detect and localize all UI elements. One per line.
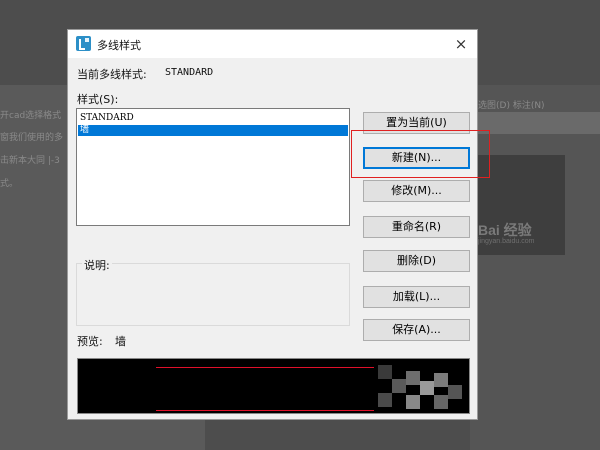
save-button[interactable]: 保存(A)... [363, 319, 470, 341]
preview-mosaic [448, 385, 462, 399]
preview-mosaic [420, 381, 434, 395]
background-text: 击新本大同 |-3 [0, 156, 60, 166]
list-item-selected[interactable]: 墙 [78, 125, 348, 136]
watermark-url: jingyan.baidu.com [478, 238, 535, 245]
new-button[interactable]: 新建(N)... [363, 147, 470, 169]
preview-mosaic [378, 393, 392, 407]
autocad-app-icon [76, 36, 91, 51]
background-text: 窗我们使用的多 [0, 133, 64, 143]
list-item[interactable]: STANDARD [78, 113, 348, 124]
description-label: 说明: [82, 257, 112, 273]
preview-style-name: 墙 [115, 335, 126, 348]
description-box [76, 263, 350, 326]
multiline-style-dialog: 多线样式 × 当前多线样式: STANDARD 样式(S): STANDARD … [67, 29, 478, 420]
watermark-logo: Bai 经验 [478, 222, 532, 238]
preview-panel [77, 358, 470, 414]
preview-mosaic [406, 371, 420, 385]
preview-label: 预览: [77, 335, 103, 348]
background-app-panel [470, 85, 600, 450]
styles-label: 样式(S): [77, 93, 119, 106]
background-menu: 选图(D) 标注(N) [478, 101, 545, 111]
preview-mosaic [434, 395, 448, 409]
load-button[interactable]: 加载(L)... [363, 286, 470, 308]
modify-button[interactable]: 修改(M)... [363, 180, 470, 202]
background-text: 式。 [0, 179, 19, 189]
close-button[interactable]: × [451, 34, 471, 54]
preview-mosaic [378, 365, 392, 379]
title-bar[interactable]: 多线样式 × [68, 30, 477, 58]
style-list[interactable]: STANDARD 墙 [76, 108, 350, 226]
current-style-label: 当前多线样式: [77, 68, 147, 81]
preview-line-top [156, 367, 374, 368]
preview-mosaic [392, 379, 406, 393]
preview-mosaic [434, 373, 448, 387]
background-toolbar [470, 112, 600, 134]
background-text: 开cad选择格式 [0, 111, 62, 121]
preview-mosaic [406, 395, 420, 409]
current-style-value: STANDARD [165, 67, 214, 78]
delete-button[interactable]: 删除(D) [363, 250, 470, 272]
dialog-title: 多线样式 [97, 39, 141, 52]
preview-line-bottom [156, 410, 374, 411]
set-current-button[interactable]: 置为当前(U) [363, 112, 470, 134]
rename-button[interactable]: 重命名(R) [363, 216, 470, 238]
